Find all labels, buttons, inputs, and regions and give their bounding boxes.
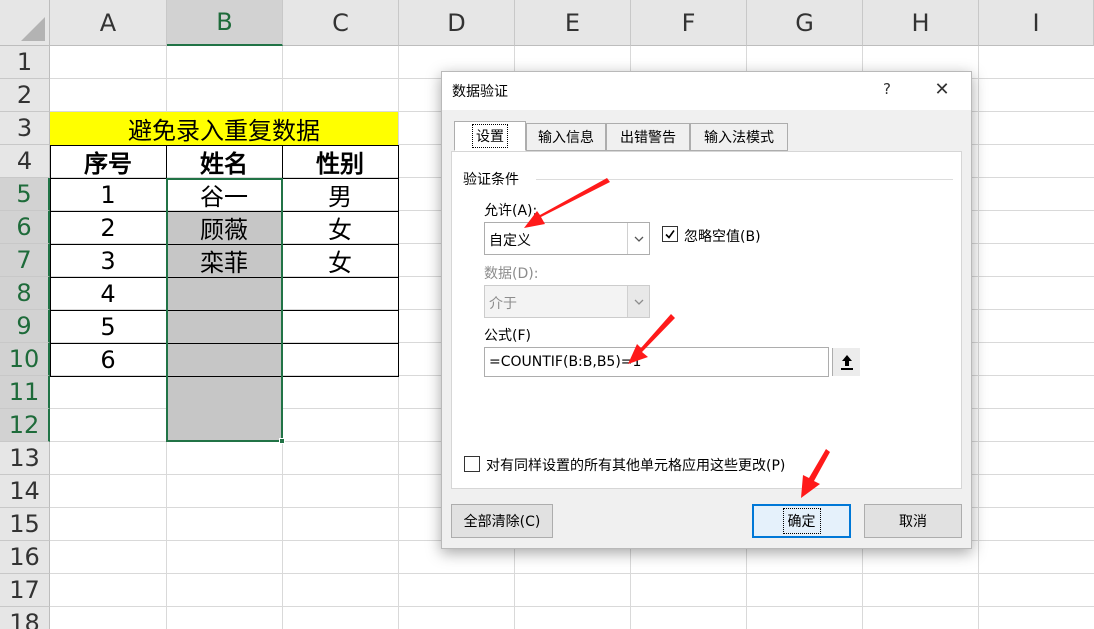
- tab-input-message[interactable]: 输入信息: [526, 123, 606, 151]
- gridline: [50, 606, 1094, 607]
- selection-range[interactable]: [166, 178, 283, 442]
- formula-label: 公式(F): [484, 328, 531, 344]
- row-header-15[interactable]: 15: [0, 508, 50, 541]
- allow-dropdown-value: 自定义: [489, 233, 531, 249]
- clear-all-label: 全部清除(C): [463, 514, 541, 530]
- data-validation-dialog: 数据验证 ? ✕ 设置 输入信息 出错警告 输入法模式 验证条件 允许(A): …: [441, 71, 972, 549]
- tab-input-message-label: 输入信息: [538, 130, 594, 146]
- ignore-blank-checkbox[interactable]: [662, 226, 678, 242]
- row-header-18[interactable]: 18: [0, 607, 50, 629]
- select-all-triangle-icon: [21, 17, 45, 41]
- row-header-11[interactable]: 11: [0, 376, 50, 409]
- row-header-4[interactable]: 4: [0, 145, 50, 178]
- table-cell[interactable]: 5: [50, 310, 166, 343]
- data-dropdown-value: 介于: [489, 296, 517, 312]
- chevron-down-icon[interactable]: [627, 223, 649, 254]
- table-cell[interactable]: 女: [282, 211, 398, 244]
- row-header-1[interactable]: 1: [0, 46, 50, 79]
- dialog-title: 数据验证: [452, 84, 508, 100]
- tab-settings[interactable]: 设置: [454, 121, 526, 151]
- allow-dropdown[interactable]: 自定义: [484, 222, 650, 255]
- row-header-13[interactable]: 13: [0, 442, 50, 475]
- table-cell[interactable]: 女: [282, 244, 398, 277]
- checkmark-icon: [665, 230, 675, 239]
- row-header-8[interactable]: 8: [0, 277, 50, 310]
- group-divider: [536, 179, 953, 180]
- table-cell[interactable]: 3: [50, 244, 166, 277]
- close-icon[interactable]: ✕: [930, 78, 954, 102]
- formula-input-value: =COUNTIF(B:B,B5)=1: [489, 354, 642, 370]
- tab-settings-label: 设置: [472, 124, 508, 148]
- allow-label: 允许(A):: [484, 203, 538, 219]
- table-border: [398, 145, 399, 377]
- tab-ime-mode[interactable]: 输入法模式: [690, 123, 788, 151]
- row-header-2[interactable]: 2: [0, 79, 50, 112]
- header-cell[interactable]: 序号: [50, 145, 166, 178]
- column-header-e[interactable]: E: [515, 0, 631, 46]
- range-select-button[interactable]: [832, 348, 860, 376]
- table-cell[interactable]: 4: [50, 277, 166, 310]
- row-header-12[interactable]: 12: [0, 409, 50, 442]
- row-header-17[interactable]: 17: [0, 574, 50, 607]
- row-header-10[interactable]: 10: [0, 343, 50, 376]
- ignore-blank-label[interactable]: 忽略空值(B): [684, 226, 761, 246]
- row-header-14[interactable]: 14: [0, 475, 50, 508]
- tab-ime-mode-label: 输入法模式: [704, 130, 774, 146]
- formula-input[interactable]: =COUNTIF(B:B,B5)=1: [484, 347, 860, 377]
- table-border: [50, 145, 51, 377]
- column-header-b[interactable]: B: [167, 0, 283, 46]
- table-cell[interactable]: [282, 343, 398, 376]
- column-header-i[interactable]: I: [979, 0, 1094, 46]
- row-header-9[interactable]: 9: [0, 310, 50, 343]
- dialog-titlebar[interactable]: 数据验证 ? ✕: [442, 72, 971, 110]
- column-header-g[interactable]: G: [747, 0, 863, 46]
- data-label: 数据(D):: [484, 266, 539, 282]
- cancel-button[interactable]: 取消: [864, 504, 962, 538]
- column-header-a[interactable]: A: [50, 0, 167, 46]
- row-header-5[interactable]: 5: [0, 178, 50, 211]
- table-cell[interactable]: 2: [50, 211, 166, 244]
- ok-button[interactable]: 确定: [752, 504, 851, 538]
- table-cell[interactable]: [282, 310, 398, 343]
- table-cell[interactable]: [282, 277, 398, 310]
- header-cell[interactable]: 性别: [282, 145, 398, 178]
- apply-all-checkbox[interactable]: [464, 456, 480, 472]
- select-all-corner[interactable]: [0, 0, 50, 46]
- tab-error-alert-label: 出错警告: [620, 130, 676, 146]
- gridline: [50, 573, 1094, 574]
- clear-all-button[interactable]: 全部清除(C): [451, 504, 553, 538]
- cancel-label: 取消: [899, 514, 927, 530]
- settings-panel: 验证条件 允许(A): 自定义 忽略空值(B) 数据(D): 介于 公式(F) …: [451, 151, 962, 489]
- table-cell[interactable]: 1: [50, 178, 166, 211]
- header-cell[interactable]: 姓名: [166, 145, 282, 178]
- row-header-3[interactable]: 3: [0, 112, 50, 145]
- ok-label: 确定: [782, 508, 821, 534]
- fill-handle[interactable]: [279, 438, 285, 444]
- column-header-h[interactable]: H: [863, 0, 979, 46]
- row-header-6[interactable]: 6: [0, 211, 50, 244]
- table-border: [50, 145, 399, 146]
- row-header-7[interactable]: 7: [0, 244, 50, 277]
- chevron-down-icon: [627, 286, 649, 317]
- data-dropdown: 介于: [484, 285, 650, 318]
- collapse-dialog-icon: [840, 355, 853, 370]
- column-header-d[interactable]: D: [399, 0, 515, 46]
- apply-all-label[interactable]: 对有同样设置的所有其他单元格应用这些更改(P): [486, 455, 785, 475]
- column-header-c[interactable]: C: [283, 0, 399, 46]
- help-icon[interactable]: ?: [878, 80, 896, 100]
- row-header-16[interactable]: 16: [0, 541, 50, 574]
- group-label: 验证条件: [463, 169, 523, 189]
- column-header-f[interactable]: F: [631, 0, 747, 46]
- table-cell[interactable]: 男: [282, 178, 398, 211]
- gridline: [978, 46, 979, 629]
- tab-error-alert[interactable]: 出错警告: [606, 123, 690, 151]
- table-cell[interactable]: 6: [50, 343, 166, 376]
- table-title[interactable]: 避免录入重复数据: [50, 112, 398, 145]
